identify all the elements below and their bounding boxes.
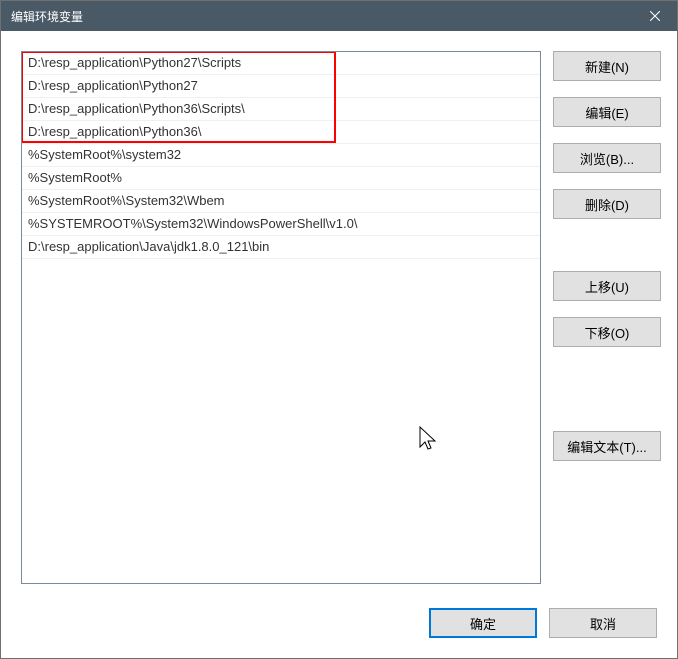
move-down-button[interactable]: 下移(O) [553, 317, 661, 347]
list-item[interactable]: %SYSTEMROOT%\System32\WindowsPowerShell\… [22, 213, 540, 236]
delete-button[interactable]: 删除(D) [553, 189, 661, 219]
cancel-button[interactable]: 取消 [549, 608, 657, 638]
window-title: 编辑环境变量 [11, 8, 83, 25]
list-item[interactable]: %SystemRoot%\System32\Wbem [22, 190, 540, 213]
path-list[interactable]: D:\resp_application\Python27\Scripts D:\… [22, 52, 540, 583]
browse-button[interactable]: 浏览(B)... [553, 143, 661, 173]
edit-text-button[interactable]: 编辑文本(T)... [553, 431, 661, 461]
new-button[interactable]: 新建(N) [553, 51, 661, 81]
list-item[interactable]: %SystemRoot%\system32 [22, 144, 540, 167]
list-item[interactable]: D:\resp_application\Python27 [22, 75, 540, 98]
list-item[interactable]: D:\resp_application\Python27\Scripts [22, 52, 540, 75]
path-list-container: D:\resp_application\Python27\Scripts D:\… [21, 51, 541, 584]
close-button[interactable] [632, 1, 677, 31]
dialog-window: 编辑环境变量 D:\resp_application\Python27\Scri… [0, 0, 678, 659]
close-icon [650, 11, 660, 21]
list-item[interactable]: D:\resp_application\Python36\Scripts\ [22, 98, 540, 121]
list-item[interactable]: D:\resp_application\Python36\ [22, 121, 540, 144]
move-up-button[interactable]: 上移(U) [553, 271, 661, 301]
spacer [553, 235, 661, 255]
list-item[interactable]: %SystemRoot% [22, 167, 540, 190]
titlebar[interactable]: 编辑环境变量 [1, 1, 677, 31]
content-area: D:\resp_application\Python27\Scripts D:\… [1, 31, 677, 594]
footer: 确定 取消 [1, 594, 677, 658]
list-item[interactable]: D:\resp_application\Java\jdk1.8.0_121\bi… [22, 236, 540, 259]
button-column: 新建(N) 编辑(E) 浏览(B)... 删除(D) 上移(U) 下移(O) 编… [553, 51, 661, 584]
edit-button[interactable]: 编辑(E) [553, 97, 661, 127]
spacer [553, 363, 661, 415]
ok-button[interactable]: 确定 [429, 608, 537, 638]
